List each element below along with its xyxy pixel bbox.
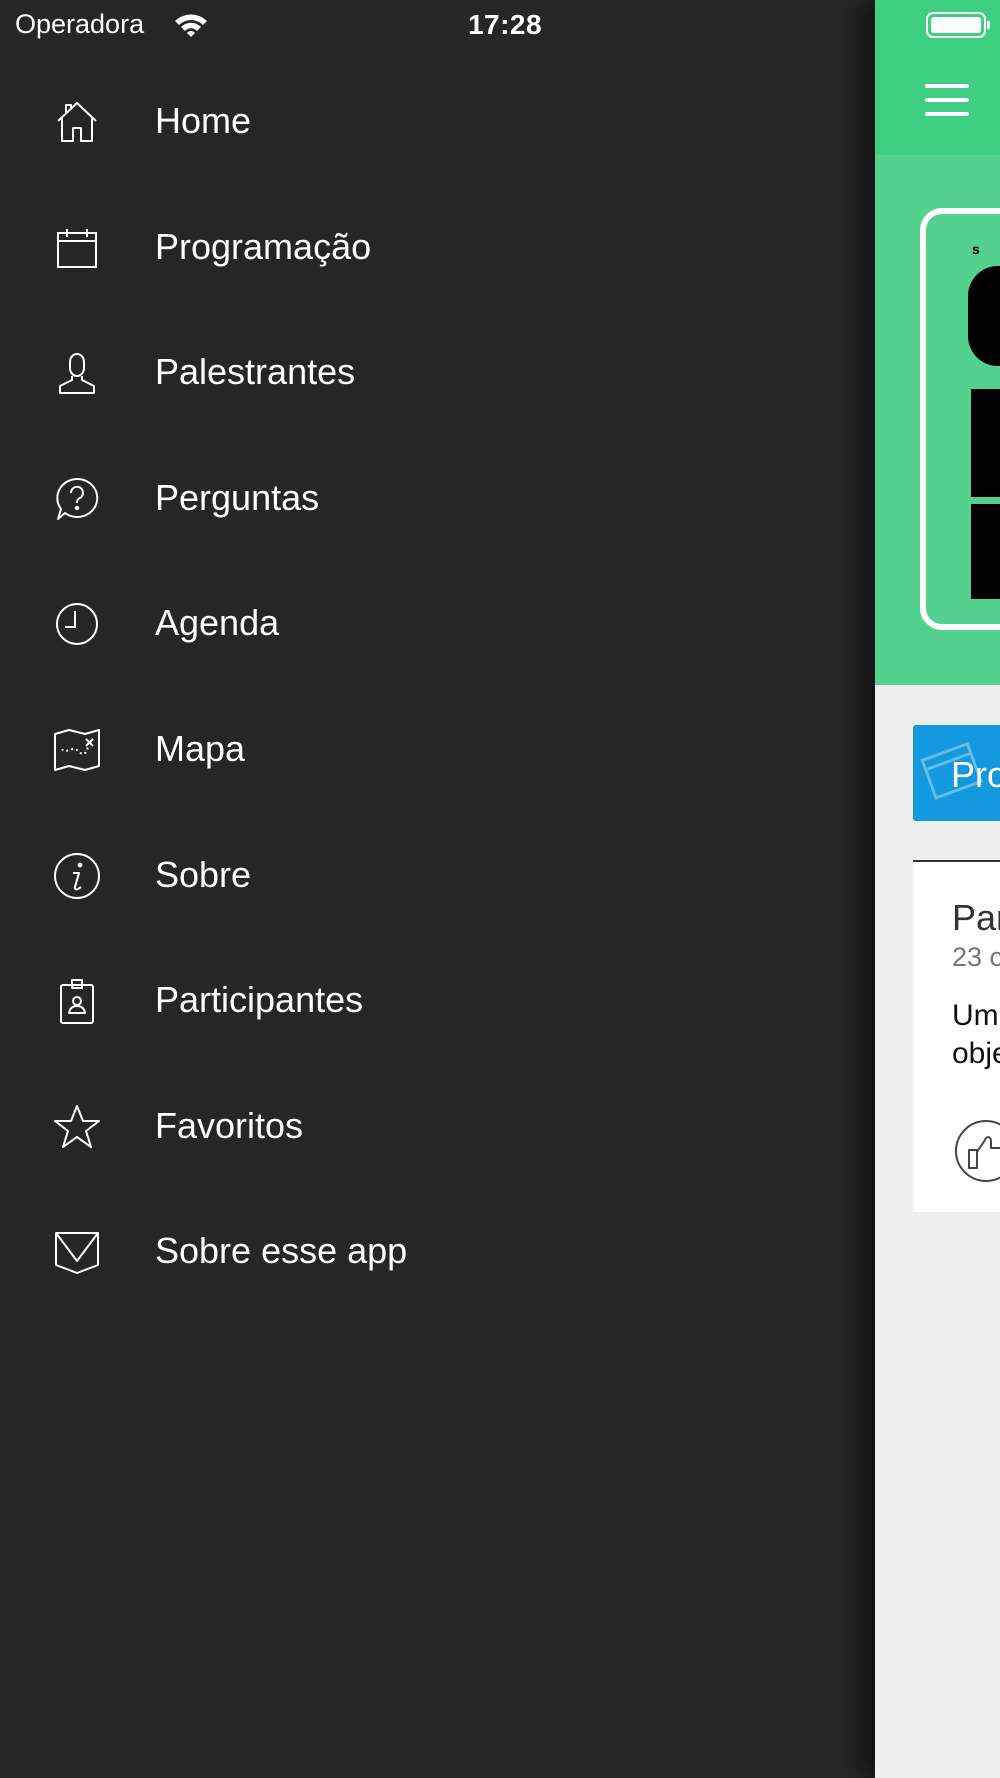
menu-item-label: Mapa	[155, 727, 246, 769]
status-bar: Operadora 17:28	[0, 0, 1000, 50]
menu-item-sobre[interactable]: Sobre	[0, 813, 875, 939]
menu-list: Home Programação Palestrantes Perguntas …	[0, 59, 875, 1315]
menu-item-label: Sobre	[155, 853, 252, 895]
logo-mark	[968, 266, 1000, 366]
star-icon	[52, 1102, 102, 1152]
menu-item-label: Palestrantes	[155, 351, 356, 393]
question-icon	[52, 474, 102, 524]
like-button[interactable]	[955, 1120, 1000, 1182]
menu-item-agenda[interactable]: Agenda	[0, 561, 875, 687]
card-title: Par	[952, 897, 1000, 938]
event-banner: s	[875, 155, 1000, 685]
card-body: Um obje	[952, 999, 1000, 1070]
menu-item-label: Agenda	[155, 602, 280, 644]
news-card[interactable]: Par 23 c Um obje	[913, 860, 1000, 1212]
menu-item-label: Sobre esse app	[155, 1230, 408, 1272]
menu-item-label: Perguntas	[155, 476, 320, 518]
home-icon	[52, 97, 102, 147]
event-logo: s	[920, 208, 1000, 630]
status-time: 17:28	[467, 9, 543, 40]
menu-item-home[interactable]: Home	[0, 59, 875, 185]
menu-item-palestrantes[interactable]: Palestrantes	[0, 310, 875, 436]
card-date: 23 c	[952, 942, 1000, 972]
menu-item-label: Participantes	[155, 979, 364, 1021]
clock-icon	[52, 599, 102, 649]
person-icon	[52, 348, 102, 398]
program-button-label: Pro	[951, 754, 1000, 795]
logo-mark	[971, 389, 1000, 497]
thumbs-up-icon	[968, 1136, 1000, 1169]
side-menu: Home Programação Palestrantes Perguntas …	[0, 0, 875, 1778]
menu-item-participantes[interactable]: Participantes	[0, 938, 875, 1064]
main-panel[interactable]: s Pro Par 23 c Um obje	[875, 0, 1000, 1778]
menu-item-sobre-esse-app[interactable]: Sobre esse app	[0, 1189, 875, 1315]
logo-mark	[971, 504, 1000, 554]
logo-mark: s	[972, 241, 980, 257]
menu-item-mapa[interactable]: Mapa	[0, 687, 875, 813]
envelope-icon	[52, 1227, 102, 1277]
hamburger-icon[interactable]	[925, 82, 969, 118]
map-icon	[52, 725, 102, 775]
menu-item-label: Favoritos	[155, 1104, 304, 1146]
menu-item-label: Home	[155, 100, 252, 141]
menu-item-programacao[interactable]: Programação	[0, 185, 875, 311]
info-icon	[52, 851, 102, 901]
menu-item-favoritos[interactable]: Favoritos	[0, 1064, 875, 1190]
menu-item-perguntas[interactable]: Perguntas	[0, 436, 875, 562]
battery-icon	[926, 12, 990, 38]
program-button[interactable]: Pro	[913, 725, 1000, 821]
calendar-icon	[52, 223, 102, 273]
badge-icon	[52, 976, 102, 1026]
menu-item-label: Programação	[155, 225, 372, 267]
